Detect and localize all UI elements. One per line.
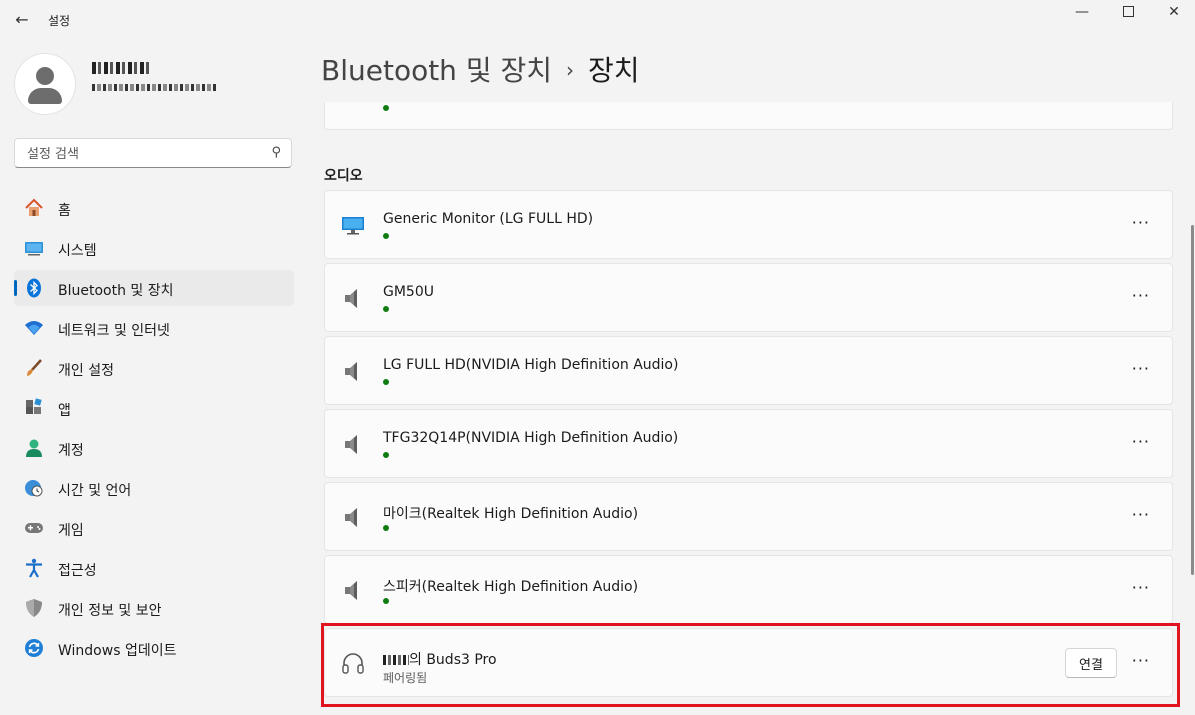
device-card[interactable]: TFG32Q14P(NVIDIA High Definition Audio) … <box>324 409 1173 478</box>
device-card[interactable]: Generic Monitor (LG FULL HD) ··· <box>324 190 1173 259</box>
sidebar-item-label: 접근성 <box>58 563 97 579</box>
apps-icon <box>26 398 42 414</box>
device-name: LG FULL HD(NVIDIA High Definition Audio) <box>383 357 679 373</box>
device-card[interactable]: 마이크(Realtek High Definition Audio) ··· <box>324 482 1173 551</box>
search-input[interactable] <box>25 145 264 163</box>
sidebar-item-accounts[interactable]: 계정 <box>14 430 294 466</box>
headphones-icon <box>342 653 364 674</box>
sidebar-item-apps[interactable]: 앱 <box>14 390 294 426</box>
pairing-status: 페어링됨 <box>383 671 428 685</box>
sidebar-item-label: 앱 <box>58 403 71 419</box>
section-title-audio: 오디오 <box>324 168 363 184</box>
sidebar-item-label: 개인 정보 및 보안 <box>58 603 162 619</box>
accessibility-icon <box>26 558 42 578</box>
user-name-redacted <box>92 62 152 74</box>
breadcrumb-parent[interactable]: Bluetooth 및 장치 <box>321 54 552 87</box>
brush-icon <box>27 359 42 376</box>
more-options-button[interactable]: ··· <box>1132 578 1150 597</box>
connected-dot-icon <box>383 306 389 312</box>
device-name: Generic Monitor (LG FULL HD) <box>383 211 594 227</box>
sidebar-item-bluetooth-devices[interactable]: Bluetooth 및 장치 <box>14 270 294 306</box>
speaker-icon <box>345 289 357 308</box>
maximize-button[interactable] <box>1105 0 1151 26</box>
more-options-button[interactable]: ··· <box>1132 286 1150 305</box>
sidebar-item-privacy[interactable]: 개인 정보 및 보안 <box>14 590 294 626</box>
speaker-icon <box>345 362 357 381</box>
sidebar-item-time-language[interactable]: 시간 및 언어 <box>14 470 294 506</box>
device-name: TFG32Q14P(NVIDIA High Definition Audio) <box>383 430 679 446</box>
connected-dot-icon <box>383 233 389 239</box>
chevron-right-icon: › <box>566 58 575 82</box>
connected-dot-icon <box>383 379 389 385</box>
sidebar-item-windows-update[interactable]: Windows 업데이트 <box>14 630 294 666</box>
more-options-button[interactable]: ··· <box>1132 505 1150 524</box>
update-icon <box>25 639 43 657</box>
more-options-button[interactable]: ··· <box>1132 213 1150 232</box>
monitor-icon <box>342 217 364 235</box>
scrollbar[interactable] <box>1191 225 1194 575</box>
home-icon <box>25 198 43 216</box>
shield-icon <box>26 599 42 617</box>
user-email-redacted <box>92 84 217 91</box>
sidebar-item-label: 게임 <box>58 523 84 539</box>
close-button[interactable]: ✕ <box>1151 0 1195 26</box>
maximize-icon <box>1122 6 1134 17</box>
connected-dot-icon <box>383 598 389 604</box>
sidebar-item-label: 시스템 <box>58 243 97 259</box>
sidebar-item-system[interactable]: 시스템 <box>14 230 294 266</box>
sidebar-item-label: 계정 <box>58 443 84 459</box>
bluetooth-icon <box>27 278 41 298</box>
device-name: 마이크(Realtek High Definition Audio) <box>383 506 639 522</box>
more-options-button[interactable]: ··· <box>1132 359 1150 378</box>
sidebar-item-network[interactable]: 네트워크 및 인터넷 <box>14 310 294 346</box>
sidebar-item-label: Bluetooth 및 장치 <box>58 283 174 299</box>
minimize-button[interactable]: — <box>1059 0 1105 26</box>
sidebar-nav: 홈 시스템 Bluetooth 및 장치 네트워크 및 인터넷 개인 설정 앱 … <box>14 190 294 670</box>
paired-device-card[interactable]: 의 Buds3 Pro 페어링됨 연결 ··· <box>324 628 1173 697</box>
speaker-icon <box>345 508 357 527</box>
sidebar-item-personalization[interactable]: 개인 설정 <box>14 350 294 386</box>
window-title: 설정 <box>48 14 71 28</box>
device-list-panel: 오디오 Generic Monitor (LG FULL HD) ··· GM5… <box>320 102 1190 715</box>
sidebar-item-accessibility[interactable]: 접근성 <box>14 550 294 586</box>
back-arrow-icon[interactable]: ← <box>12 10 32 30</box>
avatar[interactable] <box>14 53 76 115</box>
page-title: 장치 <box>588 54 640 87</box>
device-card[interactable]: GM50U ··· <box>324 263 1173 332</box>
search-box[interactable]: ⚲ <box>14 138 292 168</box>
sidebar-item-gaming[interactable]: 게임 <box>14 510 294 546</box>
gamepad-icon <box>25 523 43 533</box>
search-icon[interactable]: ⚲ <box>271 145 281 160</box>
speaker-icon <box>345 435 357 454</box>
sidebar-item-label: 시간 및 언어 <box>58 483 132 499</box>
wifi-icon <box>25 321 43 335</box>
active-indicator <box>14 280 17 296</box>
connected-dot-icon <box>383 105 389 111</box>
sidebar-item-label: 홈 <box>58 203 71 219</box>
more-options-button[interactable]: ··· <box>1132 432 1150 451</box>
more-options-button[interactable]: ··· <box>1132 651 1150 670</box>
speaker-icon <box>345 581 357 600</box>
sidebar-item-label: 개인 설정 <box>58 363 114 379</box>
title-bar: ← 설정 — ✕ <box>0 0 1195 40</box>
sidebar-item-label: 네트워크 및 인터넷 <box>58 323 170 339</box>
globe-clock-icon <box>25 480 43 497</box>
device-name: GM50U <box>383 284 434 300</box>
device-name: 의 Buds3 Pro <box>383 649 497 669</box>
device-card[interactable]: 스피커(Realtek High Definition Audio) ··· <box>324 555 1173 624</box>
system-icon <box>25 242 43 256</box>
sidebar-item-label: Windows 업데이트 <box>58 643 177 659</box>
connected-dot-icon <box>383 525 389 531</box>
device-card[interactable]: LG FULL HD(NVIDIA High Definition Audio)… <box>324 336 1173 405</box>
sidebar-item-home[interactable]: 홈 <box>14 190 294 226</box>
account-icon <box>26 439 42 457</box>
device-name: 스피커(Realtek High Definition Audio) <box>383 579 639 595</box>
breadcrumb: Bluetooth 및 장치 › 장치 <box>321 50 640 91</box>
device-name-suffix: 의 Buds3 Pro <box>409 652 497 668</box>
owner-name-redacted <box>383 655 409 665</box>
connect-button[interactable]: 연결 <box>1065 648 1117 678</box>
connected-dot-icon <box>383 452 389 458</box>
device-card-partial[interactable] <box>324 102 1173 130</box>
